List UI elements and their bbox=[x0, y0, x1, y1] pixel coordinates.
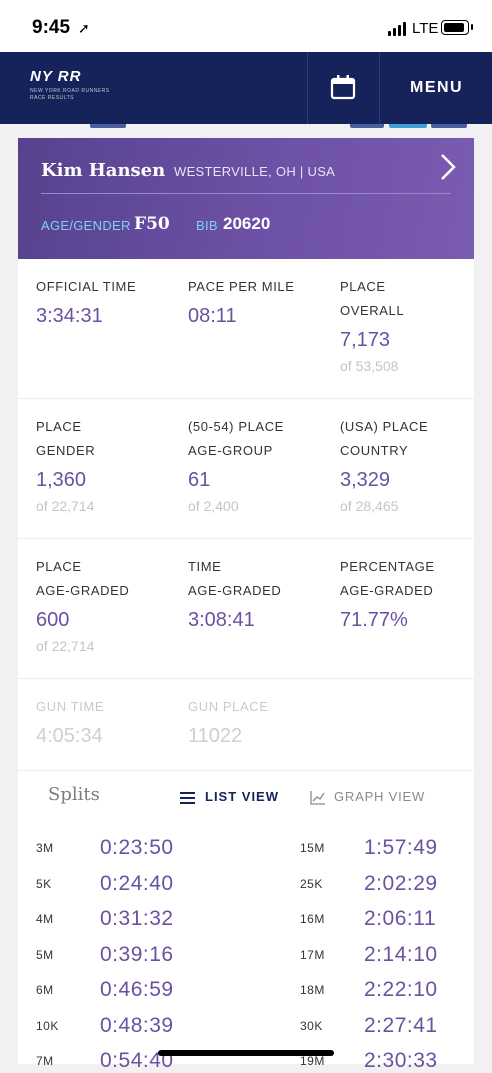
bib-value: 20620 bbox=[223, 214, 271, 233]
split-label: 17M bbox=[300, 947, 325, 962]
status-time: 9:45 bbox=[32, 17, 71, 38]
split-time: 0:46:59 bbox=[100, 978, 174, 1001]
split-label: 15M bbox=[300, 841, 325, 855]
split-time: 0:48:39 bbox=[100, 1013, 174, 1037]
stats-panel: OFFICIAL TIME 3:34:31 PACE PER MILE 08:1… bbox=[18, 259, 474, 771]
place-agegraded-stat: PLACE AGE-GRADED 600 of 22,714 bbox=[36, 559, 130, 654]
stats-row: PLACE GENDER 1,360 of 22,714 (50-54) PLA… bbox=[18, 399, 474, 539]
split-time: 2:27:41 bbox=[364, 1013, 438, 1037]
split-time: 2:30:33 bbox=[364, 1049, 438, 1072]
age-gender-label: AGE/GENDER bbox=[41, 218, 131, 233]
stats-row: PLACE AGE-GRADED 600 of 22,714 TIME AGE-… bbox=[18, 539, 474, 679]
split-time: 0:39:16 bbox=[100, 942, 174, 966]
menu-button[interactable]: MENU bbox=[410, 79, 463, 97]
chevron-right-icon[interactable] bbox=[438, 152, 458, 182]
runner-name: Kim Hansen bbox=[41, 160, 166, 181]
split-label: 6M bbox=[36, 983, 54, 997]
place-country-stat: (USA) PLACE COUNTRY 3,329 of 28,465 bbox=[340, 419, 429, 514]
place-gender-stat: PLACE GENDER 1,360 of 22,714 bbox=[36, 419, 96, 514]
status-bar: 9:45 ➚ LTE bbox=[0, 0, 492, 52]
split-time: 2:02:29 bbox=[364, 871, 438, 895]
split-label: 19M bbox=[300, 1054, 325, 1068]
gun-time-stat: GUN TIME 4:05:34 bbox=[36, 699, 105, 747]
split-time: 0:31:32 bbox=[100, 907, 174, 930]
pct-agegraded-stat: PERCENTAGE AGE-GRADED 71.77% bbox=[340, 559, 435, 631]
split-time: 0:24:40 bbox=[100, 871, 174, 895]
splits-title: Splits bbox=[48, 784, 100, 805]
graph-icon bbox=[310, 791, 325, 805]
runner-header-card[interactable]: Kim Hansen WESTERVILLE, OH | USA AGE/GEN… bbox=[18, 138, 474, 259]
stats-row: GUN TIME 4:05:34 GUN PLACE 11022 bbox=[18, 679, 474, 771]
logo-mark: NY RR bbox=[30, 68, 82, 85]
time-agegraded-stat: TIME AGE-GRADED 3:08:41 bbox=[188, 559, 282, 631]
stats-row: OFFICIAL TIME 3:34:31 PACE PER MILE 08:1… bbox=[18, 259, 474, 399]
split-label: 5M bbox=[36, 947, 54, 962]
split-label: 16M bbox=[300, 912, 325, 926]
nyrr-logo[interactable]: NY RR NEW YORK ROAD RUNNERS RACE RESULTS bbox=[30, 68, 110, 108]
split-label: 10K bbox=[36, 1018, 59, 1033]
logo-subtitle: NEW YORK ROAD RUNNERS RACE RESULTS bbox=[30, 88, 110, 101]
split-label: 3M bbox=[36, 841, 54, 855]
split-label: 25K bbox=[300, 876, 323, 891]
splits-panel: Splits LIST VIEW GRAPH VIEW 3M 0:23:50 5K 0… bbox=[18, 771, 474, 1072]
split-label: 4M bbox=[36, 912, 54, 926]
age-gender-value: F50 bbox=[134, 214, 170, 234]
pace-stat: PACE PER MILE 08:11 bbox=[188, 279, 295, 327]
list-icon bbox=[180, 792, 195, 804]
split-time: 2:06:11 bbox=[364, 907, 437, 930]
network-label: LTE bbox=[412, 20, 439, 37]
official-time-stat: OFFICIAL TIME 3:34:31 bbox=[36, 279, 137, 327]
location-arrow-icon: ➚ bbox=[78, 20, 90, 36]
place-overall-stat: PLACE OVERALL 7,173 of 53,508 bbox=[340, 279, 405, 374]
battery-icon bbox=[441, 20, 469, 35]
split-time: 2:14:10 bbox=[364, 942, 438, 966]
split-label: 30K bbox=[300, 1018, 323, 1033]
top-nav: NY RR NEW YORK ROAD RUNNERS RACE RESULTS… bbox=[0, 52, 492, 124]
runner-location: WESTERVILLE, OH | USA bbox=[174, 164, 336, 179]
bib-label: BIB bbox=[196, 218, 218, 233]
split-time: 0:23:50 bbox=[100, 836, 174, 859]
split-label: 7M bbox=[36, 1054, 54, 1068]
split-label: 18M bbox=[300, 983, 325, 997]
split-label: 5K bbox=[36, 876, 52, 891]
place-agegroup-stat: (50-54) PLACE AGE-GROUP 61 of 2,400 bbox=[188, 419, 284, 514]
gun-place-stat: GUN PLACE 11022 bbox=[188, 699, 269, 747]
split-time: 2:22:10 bbox=[364, 978, 438, 1001]
list-view-tab[interactable]: LIST VIEW bbox=[205, 789, 279, 804]
split-time: 1:57:49 bbox=[364, 836, 438, 859]
calendar-icon[interactable] bbox=[330, 74, 356, 100]
home-indicator bbox=[158, 1050, 334, 1056]
graph-view-tab[interactable]: GRAPH VIEW bbox=[334, 789, 425, 804]
